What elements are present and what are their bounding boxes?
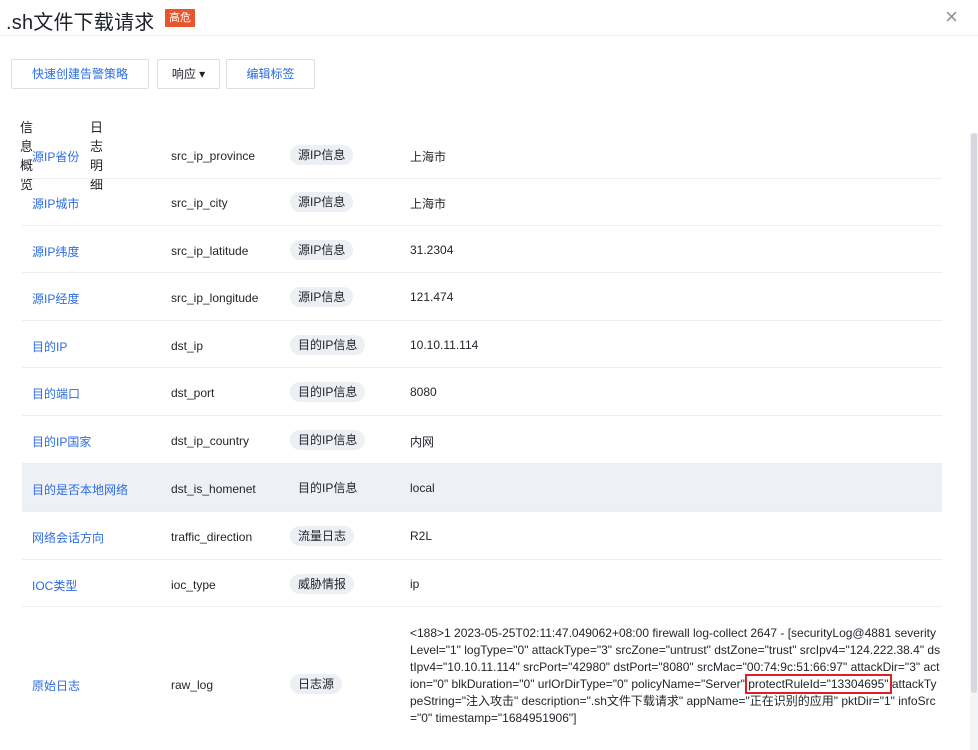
table-row: 网络会话方向 traffic_direction 流量日志 R2L	[22, 512, 942, 560]
field-key: dst_port	[171, 386, 215, 400]
field-category-tag: 日志源	[290, 674, 343, 694]
field-category-tag: 目的IP信息	[298, 481, 358, 495]
scrollbar-thumb[interactable]	[971, 133, 977, 693]
table-row: 目的IP dst_ip 目的IP信息 10.10.11.114	[22, 321, 942, 368]
field-value: 上海市	[410, 197, 447, 211]
field-name-link[interactable]: 源IP省份	[32, 148, 79, 165]
field-category-tag: 源IP信息	[290, 145, 354, 165]
field-key: dst_is_homenet	[171, 482, 256, 496]
field-category-tag: 目的IP信息	[290, 430, 366, 450]
raw-log-value: <188>1 2023-05-25T02:11:47.049062+08:00 …	[410, 625, 942, 727]
field-category-tag: 流量日志	[290, 526, 355, 546]
table-row: 源IP省份 src_ip_province 源IP信息 上海市	[22, 133, 942, 179]
table-row: IOC类型 ioc_type 威胁情报 ip	[22, 560, 942, 607]
table-row: 原始日志 raw_log 日志源 <188>1 2023-05-25T02:11…	[22, 607, 942, 750]
field-value: 上海市	[410, 150, 447, 164]
field-key: src_ip_latitude	[171, 244, 249, 258]
table-row: 目的端口 dst_port 目的IP信息 8080	[22, 368, 942, 416]
field-category-tag: 威胁情报	[290, 574, 355, 594]
table-row: 目的IP国家 dst_ip_country 目的IP信息 内网	[22, 416, 942, 464]
edit-tags-button[interactable]: 编辑标签	[226, 59, 315, 89]
table-row: 目的是否本地网络 dst_is_homenet 目的IP信息 local	[22, 464, 942, 512]
dialog-title: .sh文件下载请求	[6, 12, 155, 34]
field-key: dst_ip	[171, 339, 204, 353]
field-key: traffic_direction	[171, 530, 253, 544]
table-row: 源IP经度 src_ip_longitude 源IP信息 121.474	[22, 273, 942, 321]
field-key: dst_ip_country	[171, 434, 250, 448]
field-key: ioc_type	[171, 578, 216, 592]
field-name-link[interactable]: 源IP城市	[32, 195, 79, 212]
field-key: src_ip_province	[171, 149, 256, 163]
field-key: raw_log	[171, 678, 214, 692]
field-value: R2L	[410, 529, 433, 543]
field-value: 10.10.11.114	[410, 338, 479, 352]
field-category-tag: 目的IP信息	[290, 335, 366, 355]
table-row: 源IP城市 src_ip_city 源IP信息 上海市	[22, 179, 942, 226]
scrollbar[interactable]	[970, 133, 978, 750]
quick-create-alert-policy-button[interactable]: 快速创建告警策略	[11, 59, 149, 89]
field-name-link[interactable]: 目的端口	[32, 385, 80, 402]
field-name-link[interactable]: 目的IP国家	[32, 433, 91, 450]
field-name-link[interactable]: IOC类型	[32, 577, 77, 594]
response-dropdown-button[interactable]: 响应 ▾	[157, 59, 220, 89]
field-value: 8080	[410, 385, 437, 399]
field-name-link[interactable]: 目的是否本地网络	[32, 481, 128, 498]
severity-badge: 高危	[165, 9, 195, 27]
field-value: ip	[410, 577, 420, 591]
field-category-tag: 源IP信息	[290, 240, 354, 260]
field-category-tag: 源IP信息	[290, 287, 354, 307]
field-name-link[interactable]: 源IP纬度	[32, 243, 79, 260]
dialog-header: .sh文件下载请求 高危 ×	[0, 0, 978, 36]
field-name-link[interactable]: 网络会话方向	[32, 529, 104, 546]
field-category-tag: 目的IP信息	[290, 382, 366, 402]
field-value: 内网	[410, 435, 435, 449]
field-name-link[interactable]: 原始日志	[32, 677, 80, 694]
field-name-link[interactable]: 目的IP	[32, 338, 67, 355]
field-key: src_ip_longitude	[171, 291, 259, 305]
field-value: 121.474	[410, 290, 454, 304]
field-category-tag: 源IP信息	[290, 192, 354, 212]
field-value: local	[410, 481, 435, 495]
field-value: 31.2304	[410, 243, 454, 257]
field-table: 源IP省份 src_ip_province 源IP信息 上海市 源IP城市 sr…	[22, 133, 942, 750]
table-row: 源IP纬度 src_ip_latitude 源IP信息 31.2304	[22, 226, 942, 273]
field-name-link[interactable]: 源IP经度	[32, 290, 79, 307]
highlighted-protect-rule-id: protectRuleId="13304695"	[745, 674, 892, 694]
close-icon[interactable]: ×	[945, 4, 958, 30]
field-key: src_ip_city	[171, 196, 228, 210]
